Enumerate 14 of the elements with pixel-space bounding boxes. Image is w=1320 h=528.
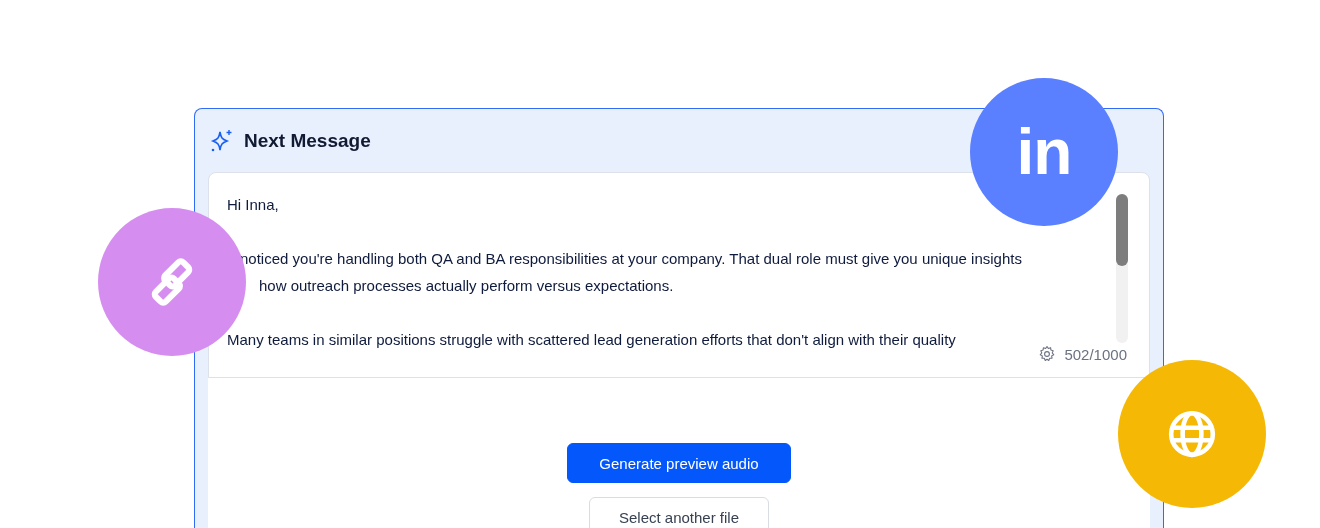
scrollbar[interactable]: [1116, 194, 1128, 343]
generate-button[interactable]: Generate preview audio: [567, 443, 791, 483]
message-line: noticed you're handling both QA and BA responsibilities at your company. That dual role must give you unique insights: [240, 250, 1022, 267]
character-count: 502/1000: [1064, 345, 1127, 363]
settings-icon[interactable]: [1038, 345, 1057, 363]
message-line: how outreach processes actually perform versus expectations.: [259, 277, 674, 294]
message-line: Many teams in similar positions struggle with scattered lead generation efforts that don't align with their quality: [227, 331, 956, 348]
globe-icon: [1167, 409, 1217, 459]
sparkle-icon: [210, 128, 234, 153]
select-file-button[interactable]: Select another file: [589, 497, 769, 528]
message-field[interactable]: [208, 172, 1150, 378]
message-line: Hi Inna,: [227, 196, 279, 213]
logo-text: in: [1016, 120, 1072, 184]
panel-title: Next Message: [244, 129, 371, 152]
